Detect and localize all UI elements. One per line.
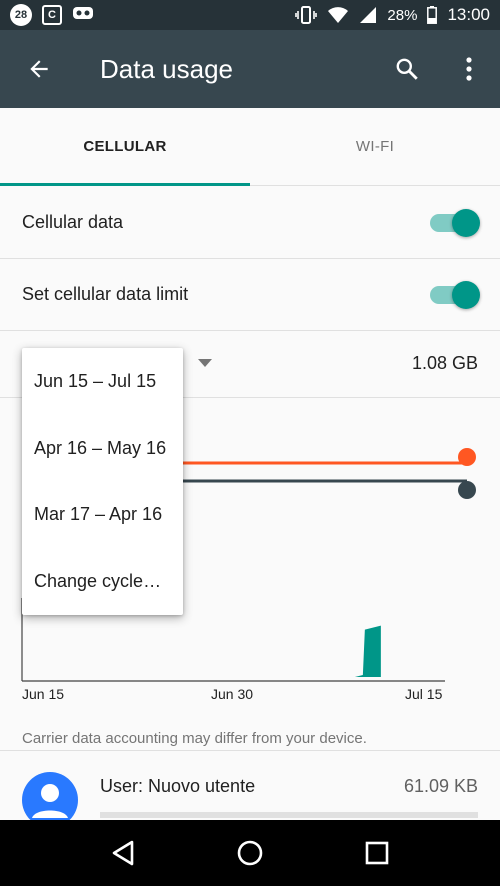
switch-knob: [452, 280, 480, 309]
x-tick-label: Jul 15: [405, 686, 443, 702]
cellular-data-switch[interactable]: [430, 208, 480, 237]
tab-cellular[interactable]: CELLULAR: [0, 108, 250, 186]
vibrate-icon: [295, 6, 318, 24]
game-controller-icon: [72, 5, 94, 26]
menu-item-change-cycle[interactable]: Change cycle…: [22, 548, 183, 615]
data-limit-row[interactable]: Set cellular data limit: [0, 259, 500, 331]
user-usage-bar: [100, 812, 478, 818]
nav-home-icon: [237, 840, 263, 866]
search-icon: [396, 58, 418, 80]
cycle-dropdown-arrow-icon[interactable]: [198, 359, 212, 367]
search-button[interactable]: [376, 30, 438, 108]
status-bar: 28 C 28% 13:00: [0, 0, 500, 30]
user-name: User: Nuovo utente: [100, 776, 256, 796]
battery-level-text: 28%: [387, 6, 418, 24]
battery-icon: [427, 6, 438, 24]
cycle-total-usage: 1.08 GB: [411, 353, 478, 373]
notification-28-icon: 28: [10, 4, 32, 26]
back-button[interactable]: [0, 30, 78, 108]
x-tick-label: Jun 15: [22, 686, 65, 702]
data-limit-label: Set cellular data limit: [22, 284, 189, 304]
user-usage: 61.09 KB: [403, 776, 478, 796]
nav-recents-button[interactable]: [347, 823, 407, 883]
nav-recents-icon: [365, 841, 388, 865]
data-limit-switch[interactable]: [430, 280, 480, 309]
user-usage-row[interactable]: User: Nuovo utente 61.09 KB: [0, 752, 500, 828]
menu-item-cycle-1[interactable]: Jun 15 – Jul 15: [22, 348, 183, 415]
nav-back-icon: [113, 840, 134, 866]
clock: 13:00: [447, 5, 490, 24]
data-warning-handle: [458, 481, 476, 499]
divider: [0, 750, 500, 751]
cellular-data-row[interactable]: Cellular data: [0, 187, 500, 259]
tab-wifi[interactable]: WI-FI: [250, 108, 500, 185]
x-tick-label: Jun 30: [211, 686, 254, 702]
page-title: Data usage: [100, 53, 233, 84]
more-vert-icon: [466, 57, 472, 81]
cellular-data-label: Cellular data: [22, 212, 124, 232]
nav-back-button[interactable]: [93, 823, 153, 883]
switch-knob: [452, 208, 480, 237]
app-bar: Data usage: [0, 30, 500, 108]
data-limit-handle: [458, 448, 476, 466]
tab-bar: CELLULAR WI-FI: [0, 108, 500, 186]
menu-item-cycle-2[interactable]: Apr 16 – May 16: [22, 415, 183, 482]
signal-icon: [359, 6, 377, 24]
arrow-back-icon: [30, 60, 48, 78]
cyanogen-icon: C: [42, 5, 62, 25]
menu-item-cycle-3[interactable]: Mar 17 – Apr 16: [22, 482, 183, 549]
nav-home-button[interactable]: [220, 823, 280, 883]
usage-area: [354, 625, 381, 677]
carrier-note: Carrier data accounting may differ from …: [22, 730, 367, 747]
cycle-popup-menu: Jun 15 – Jul 15 Apr 16 – May 16 Mar 17 –…: [22, 348, 183, 615]
navigation-bar: [0, 820, 500, 886]
more-options-button[interactable]: [438, 30, 500, 108]
wifi-icon: [327, 6, 349, 24]
